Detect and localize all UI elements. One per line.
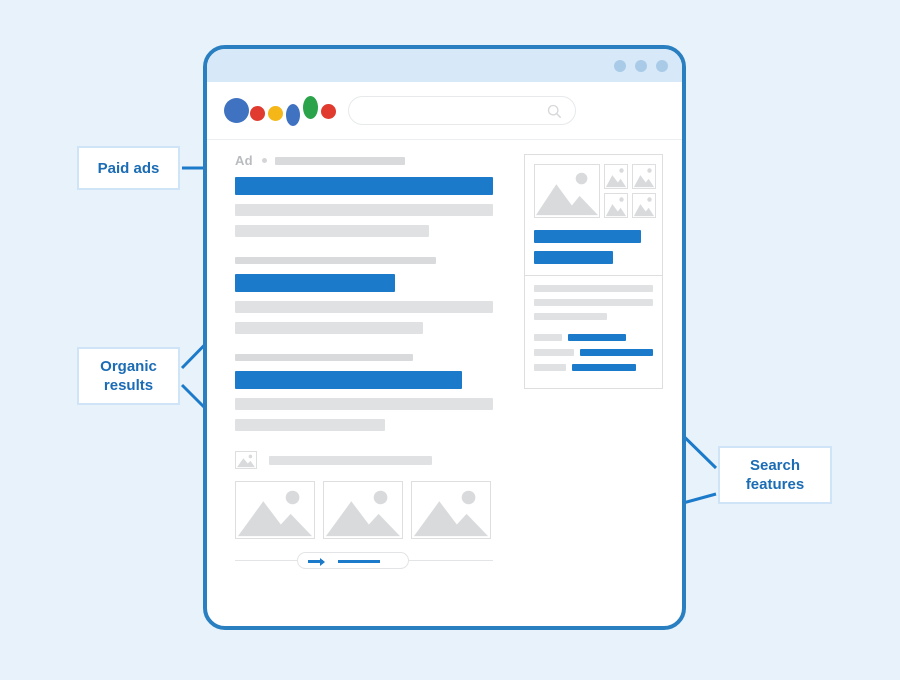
image-thumbnail-2[interactable] [323,481,403,539]
callout-paid-ads: Paid ads [77,146,180,190]
organic-2-description-line-1 [235,398,493,410]
fact-value-3[interactable] [572,364,636,371]
window-controls [614,60,668,72]
knowledge-panel-subtitle[interactable] [534,251,613,264]
google-logo [224,94,339,130]
callout-search-features: Search features [718,446,832,504]
knowledge-panel-title[interactable] [534,230,642,243]
ad-description-line-1 [235,204,493,216]
fact-label-1 [534,334,562,341]
knowledge-panel-facts-section [525,275,662,388]
window-dot-3[interactable] [656,60,668,72]
image-thumbnail-3[interactable] [411,481,491,539]
window-dot-1[interactable] [614,60,626,72]
ad-title-placeholder[interactable] [235,177,493,195]
callout-search-features-label: Search features [746,456,804,494]
browser-window: Ad [203,45,686,630]
arrow-right-icon[interactable] [308,557,325,566]
callout-paid-ads-label: Paid ads [97,159,160,177]
image-placeholder-icon [235,451,257,469]
search-icon[interactable] [547,104,562,119]
knowledge-panel-thumb-1[interactable] [604,164,628,189]
knowledge-panel [524,154,663,389]
fact-value-2[interactable] [580,349,653,356]
ad-description-line-2 [235,225,429,237]
knowledge-panel-thumb-4[interactable] [632,193,656,218]
browser-titlebar [207,49,682,82]
image-pack [235,451,493,569]
knowledge-panel-fact-1 [534,334,653,341]
knowledge-panel-images [534,164,656,218]
ad-result[interactable]: Ad [235,154,493,237]
logo-dot-green-tall [303,96,318,119]
search-input[interactable] [348,96,576,125]
organic-1-description-line-2 [235,322,424,334]
knowledge-panel-desc-line-2 [534,299,653,306]
logo-dot-blue-tall [286,104,300,126]
carousel-pager[interactable] [235,552,493,569]
organic-2-url-placeholder [235,354,414,361]
diagram-canvas: Ad Paid ads Organic results Search featu… [0,0,900,680]
ad-header-row: Ad [235,154,493,167]
knowledge-panel-desc-line-1 [534,285,653,292]
results-column: Ad [235,154,493,569]
image-carousel[interactable] [235,481,493,539]
callout-features-line-2: features [745,476,805,493]
window-dot-2[interactable] [635,60,647,72]
ad-url-placeholder [274,156,405,165]
organic-1-title-placeholder[interactable] [235,274,395,292]
callout-features-line-1: Search [749,457,801,474]
carousel-progress-pill[interactable] [297,552,409,569]
knowledge-panel-thumb-2[interactable] [632,164,656,189]
knowledge-panel-fact-2 [534,349,653,356]
callout-organic-line-2: results [103,377,154,394]
knowledge-panel-fact-3 [534,364,653,371]
carousel-progress-bar[interactable] [338,560,380,563]
organic-2-description-line-2 [235,419,385,431]
callout-organic-results-label: Organic results [100,357,157,395]
callout-organic-line-1: Organic [100,358,157,375]
knowledge-panel-media-section [525,155,662,275]
logo-dot-yellow [268,106,283,121]
callout-organic-results: Organic results [77,347,180,405]
image-pack-header [235,451,493,469]
fact-label-3 [534,364,566,371]
knowledge-panel-desc-line-3 [534,313,607,320]
logo-dot-red [321,104,336,119]
image-thumbnail-1[interactable] [235,481,315,539]
organic-1-url-placeholder [235,257,437,264]
ad-label: Ad [235,153,253,168]
search-header [207,82,682,140]
knowledge-panel-hero-image[interactable] [534,164,600,218]
logo-dot-blue-large [224,98,249,123]
organic-result-2[interactable] [235,354,493,431]
logo-dot-red-small [250,106,265,121]
organic-1-description-line-1 [235,301,493,313]
fact-label-2 [534,349,574,356]
knowledge-panel-thumb-3[interactable] [604,193,628,218]
knowledge-panel-thumb-grid [604,164,656,218]
organic-result-1[interactable] [235,257,493,334]
organic-2-title-placeholder[interactable] [235,371,463,389]
bullet-dot-icon [261,158,267,163]
fact-value-1[interactable] [568,334,626,341]
image-pack-title-placeholder [269,455,432,465]
